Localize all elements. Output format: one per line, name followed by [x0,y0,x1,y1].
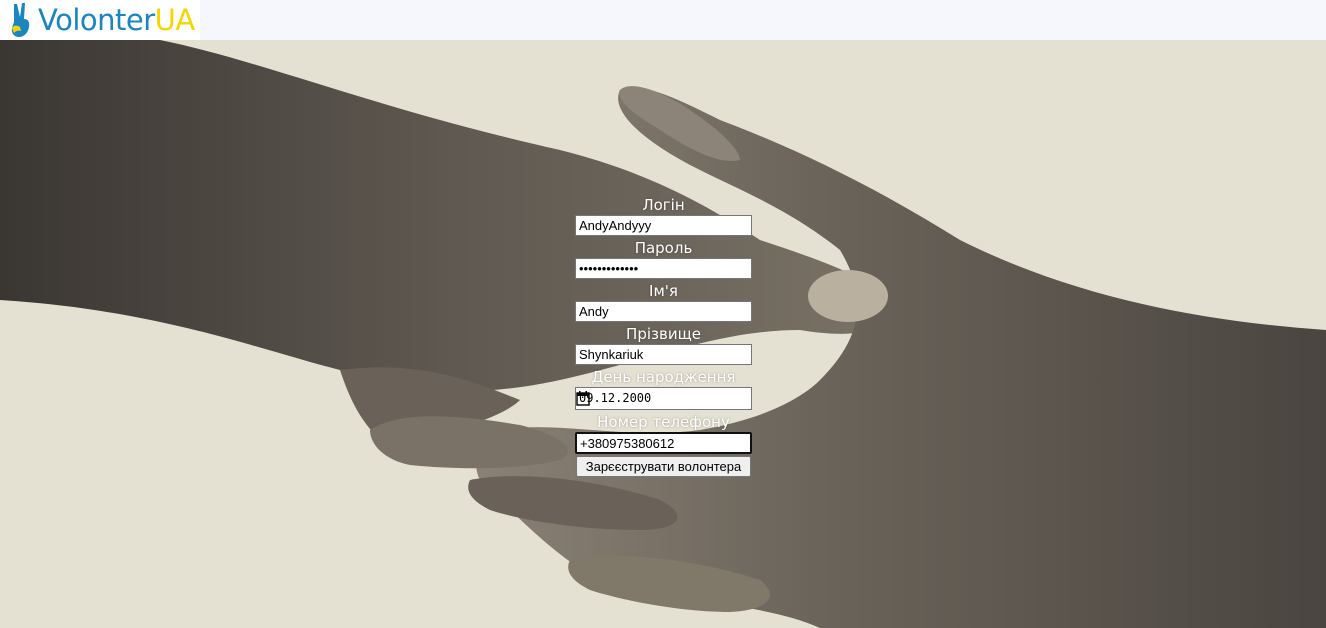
first-name-label: Ім'я [649,282,678,300]
password-label: Пароль [634,239,693,257]
password-field[interactable] [575,258,752,279]
login-field[interactable] [575,215,752,236]
register-volunteer-button[interactable]: Зарєєструвати волонтера [576,456,751,477]
login-label: Логін [642,196,685,214]
birthday-label: День народження [591,368,736,386]
last-name-field[interactable] [575,344,752,365]
logo[interactable]: VolonterUA [0,0,200,40]
birthday-date-field[interactable]: 09.12.2000 [575,387,752,410]
hero-handshake-image: Логін Пароль Ім'я Прізвище День народжен… [0,40,1326,628]
victory-hand-icon [11,3,30,37]
phone-field[interactable] [575,432,752,454]
calendar-icon[interactable] [576,391,590,406]
volunteer-registration-form: Логін Пароль Ім'я Прізвище День народжен… [575,195,752,477]
top-bar: VolonterUA [0,0,1326,40]
logo-text-main: Volonter [38,3,155,37]
logo-text: VolonterUA [38,0,195,40]
last-name-label: Прізвище [626,325,701,343]
logo-text-accent: UA [154,3,196,37]
phone-label: Номер телефону [597,413,730,431]
first-name-field[interactable] [575,301,752,322]
